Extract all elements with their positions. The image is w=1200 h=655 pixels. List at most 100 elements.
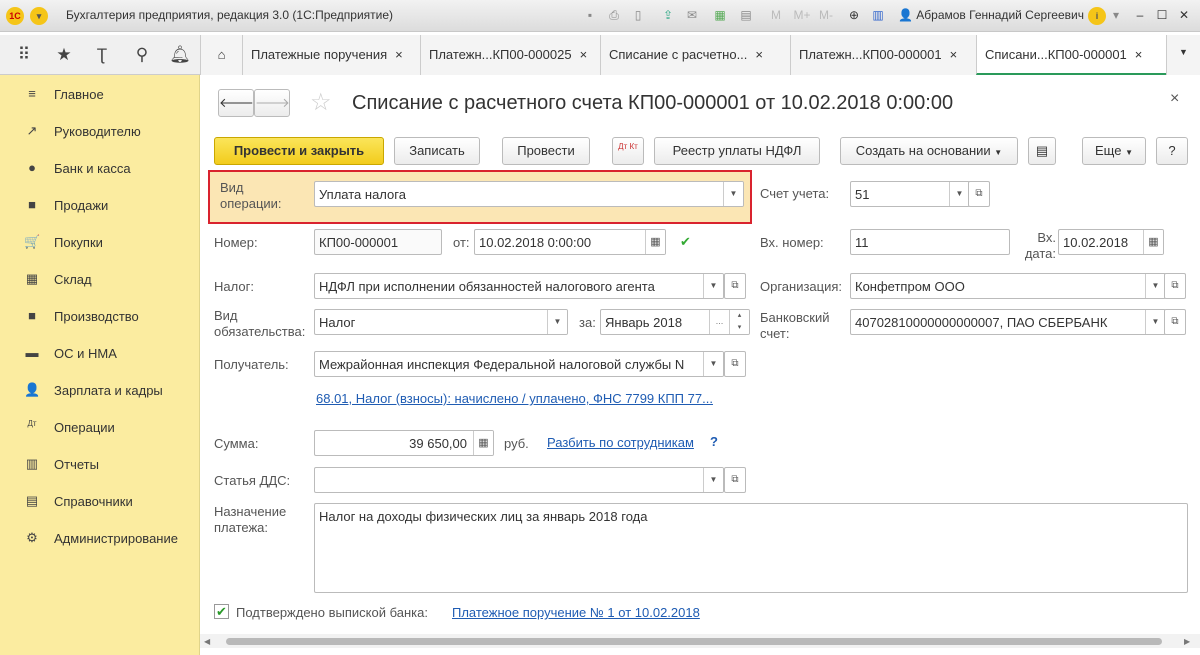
back-button[interactable]: 🡐 [218,89,254,117]
upload-icon[interactable]: ⇪ [660,7,676,23]
split-by-employees-link[interactable]: Разбить по сотрудникам [547,435,694,450]
dropdown-icon[interactable]: ▾ [1108,7,1124,23]
maximize-button[interactable]: ☐ [1154,7,1170,23]
sidebar-item[interactable]: ▥ Отчеты [0,445,200,482]
tab-payment-order-25[interactable]: Платежн...КП00-000025 × [420,35,600,75]
sidebar-item[interactable]: Дт Операции [0,408,200,445]
favorites-star-icon[interactable]: ★ [52,45,76,65]
chevron-down-icon[interactable]: ▼ [723,182,743,206]
forward-button[interactable]: 🡒 [254,89,290,117]
scroll-right-icon[interactable]: ▶ [1184,637,1190,646]
chevron-down-icon[interactable]: ▼ [703,352,723,376]
calendar-icon[interactable]: ▦ [645,230,665,254]
save-icon[interactable]: ▪ [582,7,598,23]
memory-m-icon[interactable]: M [768,7,784,23]
zoom-icon[interactable]: ⊕ [846,7,862,23]
horizontal-scrollbar[interactable]: ◀ ▶ [200,634,1200,648]
main-menu-button[interactable]: ▾ [30,7,48,25]
scroll-left-icon[interactable]: ◀ [204,637,210,646]
save-button[interactable]: Записать [394,137,480,165]
close-tab-icon[interactable]: × [395,47,403,62]
dds-select[interactable]: ▼ [314,467,724,493]
open-icon[interactable]: ⧉ [724,351,746,377]
org-select[interactable]: Конфетпром ООО ▼ [850,273,1166,299]
post-button[interactable]: Провести [502,137,590,165]
close-tab-icon[interactable]: × [1135,47,1143,62]
chevron-down-icon[interactable]: ▼ [703,468,723,492]
search-icon[interactable]: ⚲ [130,45,154,65]
close-tab-icon[interactable]: × [950,47,958,62]
tab-writeoff-active[interactable]: Списани...КП00-000001 × [976,35,1166,75]
calculator-icon[interactable]: ▦ [712,7,728,23]
panel-icon[interactable]: ▥ [870,7,886,23]
in-number-field[interactable]: 11 [850,229,1010,255]
date-check-icon[interactable]: ✔ [680,234,691,250]
memory-plus-icon[interactable]: M+ [790,7,814,23]
sidebar-item[interactable]: ↗ Руководителю [0,112,200,149]
chevron-down-icon[interactable]: ▼ [1145,310,1165,334]
open-icon[interactable]: ⧉ [1164,309,1186,335]
sidebar-item[interactable]: 🛒 Покупки [0,223,200,260]
user-name[interactable]: 👤 Абрамов Геннадий Сергеевич [898,8,1084,22]
more-button[interactable]: Еще ▼ [1082,137,1146,165]
sum-field[interactable]: 39 650,00 ▦ [314,430,494,456]
recipient-select[interactable]: Межрайонная инспекция Федеральной налого… [314,351,724,377]
sidebar-item[interactable]: ■ Производство [0,297,200,334]
obligation-select[interactable]: Налог ▼ [314,309,568,335]
open-icon[interactable]: ⧉ [1164,273,1186,299]
sidebar-item[interactable]: ▤ Справочники [0,482,200,519]
bank-account-select[interactable]: 40702810000000000007, ПАО СБЕРБАНК ▼ [850,309,1166,335]
sidebar-item[interactable]: ● Банк и касса [0,149,200,186]
period-field[interactable]: Январь 2018 … ▴ ▾ [600,309,750,335]
info-icon[interactable]: i [1088,7,1106,25]
period-spinner[interactable]: ▴ ▾ [729,310,749,334]
payment-order-link[interactable]: Платежное поручение № 1 от 10.02.2018 [452,605,700,620]
tab-payment-order-1[interactable]: Платежн...КП00-000001 × [790,35,976,75]
sidebar-item[interactable]: ≡ Главное [0,75,200,112]
bell-icon[interactable]: 🔔︎ [168,45,192,65]
report-icon[interactable]: ▤ [1028,137,1056,165]
mail-icon[interactable]: ✉ [684,7,700,23]
sidebar-item[interactable]: 👤 Зарплата и кадры [0,371,200,408]
open-icon[interactable]: ⧉ [724,467,746,493]
tab-payment-orders[interactable]: Платежные поручения × [242,35,420,75]
create-based-on-button[interactable]: Создать на основании ▼ [840,137,1018,165]
chevron-down-icon[interactable]: ▼ [547,310,567,334]
calendar-icon[interactable]: ▤ [738,7,754,23]
date-field[interactable]: 10.02.2018 0:00:00 ▦ [474,229,666,255]
close-tab-icon[interactable]: × [755,47,763,62]
print-icon[interactable]: ⎙ [606,7,622,23]
account-select[interactable]: 51 ▼ [850,181,970,207]
chevron-down-icon[interactable]: ▼ [703,274,723,298]
minimize-button[interactable]: – [1132,7,1148,23]
close-window-button[interactable]: ✕ [1176,7,1192,23]
close-form-icon[interactable]: × [1170,90,1179,108]
tax-select[interactable]: НДФЛ при исполнении обязанностей налогов… [314,273,724,299]
post-and-close-button[interactable]: Провести и закрыть [214,137,384,165]
operation-type-select[interactable]: Уплата налога ▼ [314,181,744,207]
chevron-down-icon[interactable]: ▼ [949,182,969,206]
open-icon[interactable]: ⧉ [724,273,746,299]
select-ellipsis-button[interactable]: … [709,310,729,334]
close-tab-icon[interactable]: × [580,47,588,62]
number-field[interactable]: КП00-000001 [314,229,442,255]
ndfl-registry-button[interactable]: Реестр уплаты НДФЛ [654,137,820,165]
memory-minus-icon[interactable]: M- [814,7,838,23]
confirmed-checkbox[interactable]: ✔ [214,604,229,619]
dtkt-button[interactable]: Дт Кт [612,137,644,165]
scrollbar-thumb[interactable] [226,638,1162,645]
tabs-dropdown[interactable]: ▼ [1166,35,1200,75]
preview-icon[interactable]: ▯ [630,7,646,23]
sidebar-item[interactable]: ▦ Склад [0,260,200,297]
sidebar-item[interactable]: ■ Продажи [0,186,200,223]
account-link[interactable]: 68.01, Налог (взносы): начислено / уплач… [316,391,713,406]
help-button[interactable]: ? [1156,137,1188,165]
open-icon[interactable]: ⧉ [968,181,990,207]
sidebar-item[interactable]: ⚙ Администрирование [0,519,200,556]
chevron-down-icon[interactable]: ▼ [1145,274,1165,298]
sidebar-item[interactable]: ▬ ОС и НМА [0,334,200,371]
help-icon[interactable]: ? [710,434,718,449]
in-date-field[interactable]: 10.02.2018 ▦ [1058,229,1164,255]
calendar-icon[interactable]: ▦ [1143,230,1163,254]
home-tab[interactable]: ⌂ [200,35,242,75]
